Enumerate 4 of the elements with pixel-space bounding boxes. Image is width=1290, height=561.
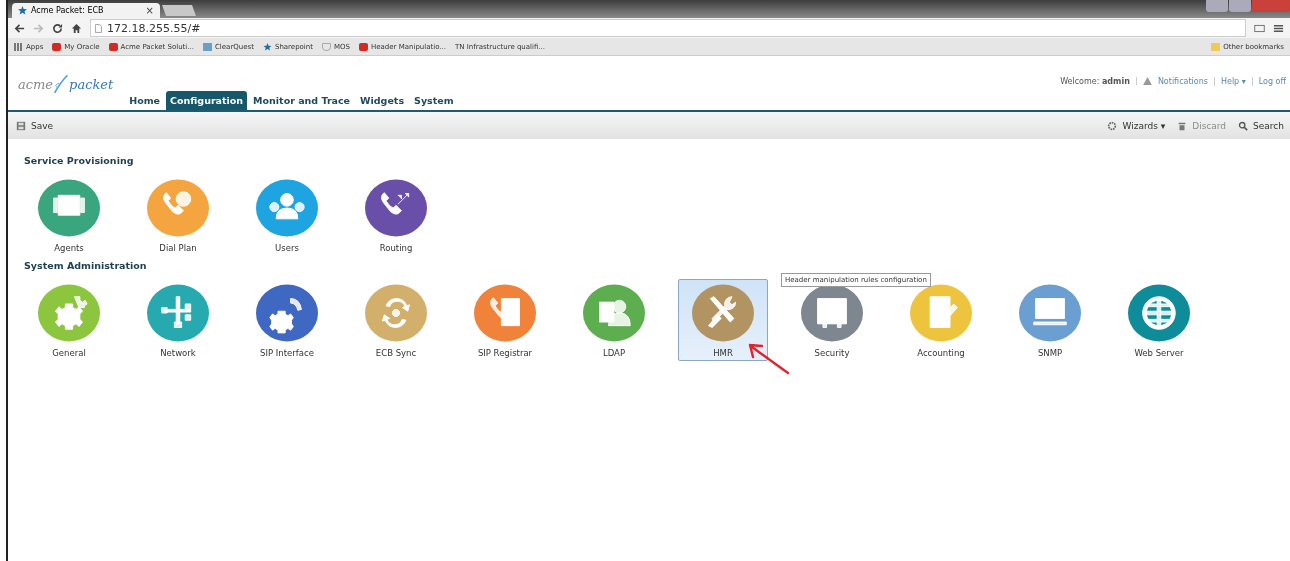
section-title: System Administration bbox=[24, 260, 148, 271]
logo: acme packet bbox=[18, 73, 114, 96]
welcome-text: Welcome: admin bbox=[1060, 77, 1130, 86]
section-title: Service Provisioning bbox=[24, 155, 135, 166]
